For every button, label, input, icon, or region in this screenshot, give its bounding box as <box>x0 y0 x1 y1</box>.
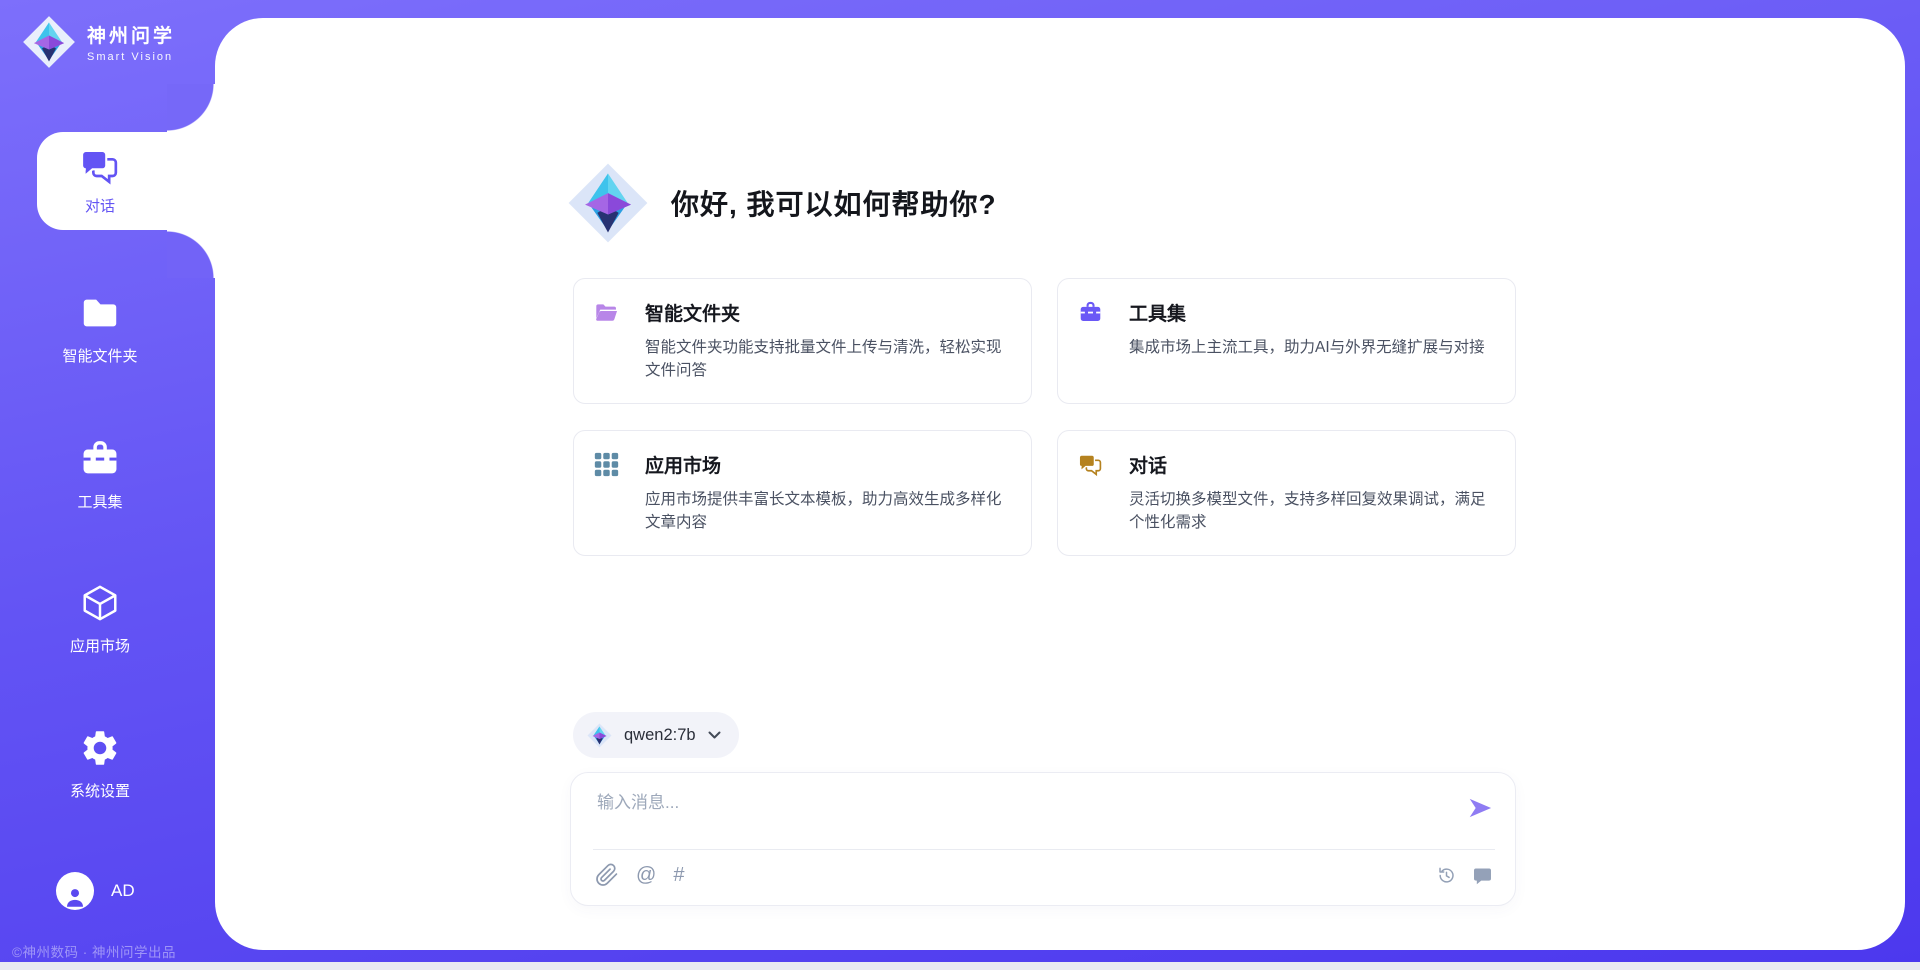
chat-bubbles-icon <box>80 146 120 186</box>
page-title: 你好, 我可以如何帮助你? <box>671 183 997 223</box>
sidebar-item-toolset[interactable]: 工具集 <box>0 438 200 512</box>
message-composer: @ # <box>570 772 1516 906</box>
card-description: 集成市场上主流工具，助力AI与外界无缝扩展与对接 <box>1129 336 1487 359</box>
sidebar-item-label: 对话 <box>85 195 115 216</box>
sidebar-item-label: 智能文件夹 <box>62 345 137 366</box>
active-tab-fillet-bottom <box>167 230 215 278</box>
card-chat[interactable]: 对话 灵活切换多模型文件，支持多样回复效果调试，满足个性化需求 <box>1057 430 1516 556</box>
card-description: 智能文件夹功能支持批量文件上传与清洗，轻松实现文件问答 <box>645 336 1003 382</box>
brand-subtitle: Smart Vision <box>87 51 175 63</box>
greeting-logo-icon <box>567 162 649 244</box>
copyright-text: ©神州数码 · 神州问学出品 <box>12 941 176 961</box>
chat-bubbles-icon <box>1078 452 1103 477</box>
send-icon[interactable] <box>1466 794 1494 822</box>
mention-button[interactable]: @ <box>636 863 656 887</box>
card-toolset[interactable]: 工具集 集成市场上主流工具，助力AI与外界无缝扩展与对接 <box>1057 278 1516 404</box>
sidebar-item-chat[interactable]: 对话 <box>37 132 215 230</box>
card-smart-folders[interactable]: 智能文件夹 智能文件夹功能支持批量文件上传与清洗，轻松实现文件问答 <box>573 278 1032 404</box>
feature-cards: 智能文件夹 智能文件夹功能支持批量文件上传与清洗，轻松实现文件问答 工具集 集成… <box>573 278 1516 556</box>
composer-right-toolbar <box>1436 865 1493 886</box>
main-panel: 你好, 我可以如何帮助你? 智能文件夹 智能文件夹功能支持批量文件上传与清洗，轻… <box>215 18 1905 950</box>
sidebar-item-smart-folders[interactable]: 智能文件夹 <box>0 292 200 366</box>
user-avatar <box>56 872 94 910</box>
cube-icon <box>79 582 121 624</box>
briefcase-icon <box>1078 300 1103 325</box>
card-title: 应用市场 <box>645 451 721 478</box>
brand-name: 神州问学 <box>87 21 175 48</box>
app-root: 神州问学 Smart Vision 对话 智能文件夹 工具集 <box>0 0 1920 970</box>
composer-divider <box>593 849 1495 850</box>
card-app-market[interactable]: 应用市场 应用市场提供丰富长文本模板，助力高效生成多样化文章内容 <box>573 430 1032 556</box>
card-title: 智能文件夹 <box>645 299 740 326</box>
greeting: 你好, 我可以如何帮助你? <box>567 161 997 245</box>
model-name: qwen2:7b <box>624 726 696 745</box>
user-profile[interactable]: AD <box>56 872 135 910</box>
message-input[interactable] <box>597 788 1447 840</box>
person-icon <box>62 884 88 910</box>
chat-bubble-icon[interactable] <box>1472 865 1493 886</box>
model-diamond-icon <box>587 723 612 748</box>
grid-icon <box>594 452 619 477</box>
card-title: 对话 <box>1129 451 1167 478</box>
card-description: 灵活切换多模型文件，支持多样回复效果调试，满足个性化需求 <box>1129 488 1487 534</box>
folder-open-icon <box>594 300 619 325</box>
sidebar-item-label: 系统设置 <box>70 780 130 801</box>
active-tab-fillet-top <box>167 84 215 132</box>
paperclip-icon[interactable] <box>595 863 619 887</box>
history-clock-icon[interactable] <box>1436 865 1457 886</box>
briefcase-icon <box>79 438 121 480</box>
hashtag-button[interactable]: # <box>673 863 684 887</box>
sidebar-item-label: 应用市场 <box>70 635 130 656</box>
sidebar-item-settings[interactable]: 系统设置 <box>0 727 200 801</box>
brand-logo-icon <box>22 15 76 69</box>
folder-icon <box>79 292 121 334</box>
composer-toolbar: @ # <box>595 863 684 887</box>
user-initials: AD <box>111 881 135 901</box>
brand: 神州问学 Smart Vision <box>22 15 175 69</box>
chevron-down-icon <box>708 731 721 740</box>
gear-icon <box>79 727 121 769</box>
bottom-edge-strip <box>0 962 1920 970</box>
card-description: 应用市场提供丰富长文本模板，助力高效生成多样化文章内容 <box>645 488 1003 534</box>
sidebar-item-app-market[interactable]: 应用市场 <box>0 582 200 656</box>
model-selector-button[interactable]: qwen2:7b <box>573 712 739 758</box>
sidebar-item-label: 工具集 <box>77 491 122 512</box>
card-title: 工具集 <box>1129 299 1186 326</box>
